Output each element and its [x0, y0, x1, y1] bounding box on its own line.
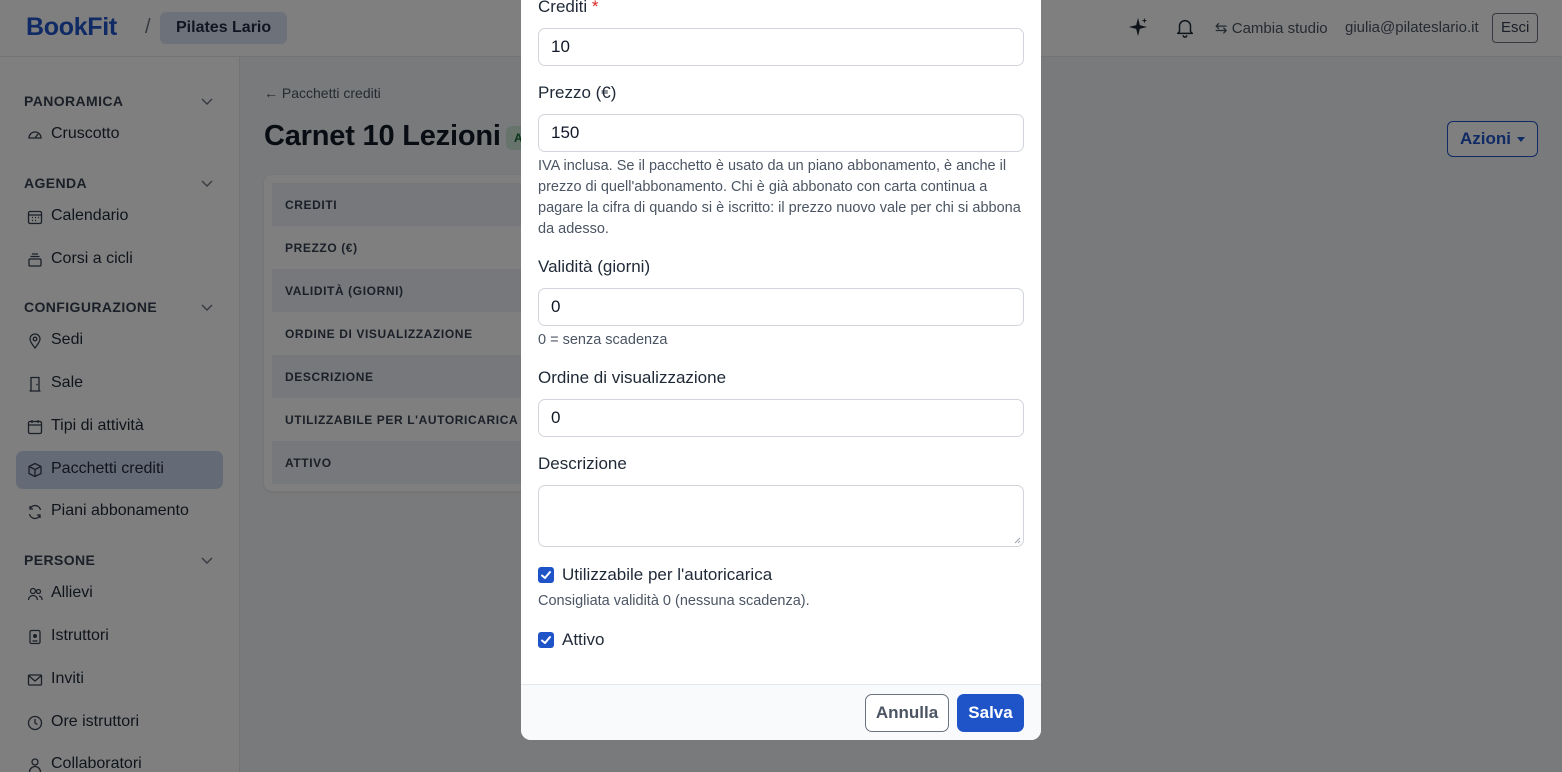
resize-handle-icon[interactable]: [1013, 536, 1021, 544]
credits-input[interactable]: 10: [538, 28, 1024, 66]
active-checkbox[interactable]: [538, 632, 554, 648]
autorecharge-label[interactable]: Utilizzabile per l'autoricarica: [562, 565, 772, 585]
cancel-button[interactable]: Annulla: [865, 694, 949, 732]
required-mark: *: [591, 0, 599, 16]
save-button[interactable]: Salva: [957, 694, 1024, 732]
active-label[interactable]: Attivo: [562, 630, 605, 650]
price-help-text: IVA inclusa. Se il pacchetto è usato da …: [538, 158, 1021, 237]
validity-label: Validità (giorni): [538, 257, 651, 276]
edit-package-modal: Crediti * 10 Prezzo (€) 150 IVA inclusa.…: [521, 0, 1041, 740]
credits-label-text: Crediti: [538, 0, 588, 16]
display-order-input[interactable]: 0: [538, 399, 1024, 437]
checkmark-icon: [541, 571, 551, 579]
credits-label: Crediti *: [538, 0, 598, 17]
description-textarea[interactable]: [538, 485, 1024, 547]
validity-input[interactable]: 0: [538, 288, 1024, 326]
display-order-label: Ordine di visualizzazione: [538, 368, 727, 387]
autorecharge-checkbox[interactable]: [538, 567, 554, 583]
price-label: Prezzo (€): [538, 83, 617, 102]
validity-help-text: 0 = senza scadenza: [538, 332, 668, 348]
description-label: Descrizione: [538, 454, 627, 473]
modal-footer: Annulla Salva: [521, 684, 1041, 740]
autorecharge-help-text: Consigliata validità 0 (nessuna scadenza…: [538, 593, 810, 609]
checkmark-icon: [541, 636, 551, 644]
price-input[interactable]: 150: [538, 114, 1024, 152]
